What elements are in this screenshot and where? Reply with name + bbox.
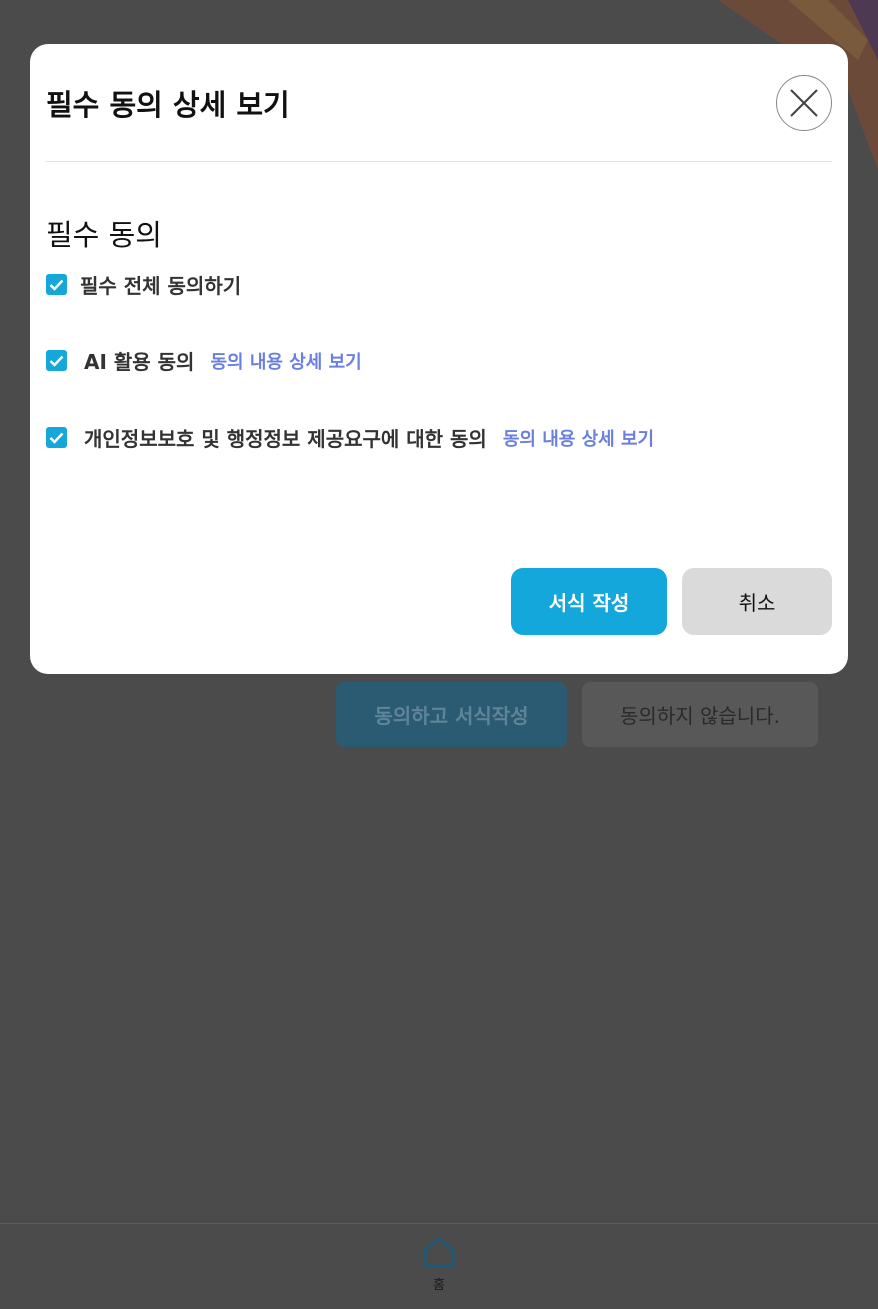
write-form-button[interactable]: 서식 작성 [511, 568, 667, 635]
check-icon [49, 432, 64, 444]
consent-row-ai: AI 활용 동의 동의 내용 상세 보기 [46, 346, 362, 375]
check-icon [49, 279, 64, 291]
checkbox-privacy[interactable] [46, 427, 67, 448]
consent-modal: 필수 동의 상세 보기 필수 동의 필수 전체 동의하기 AI 활용 동의 동의… [30, 44, 848, 674]
divider [46, 161, 832, 162]
checkbox-ai[interactable] [46, 350, 67, 371]
consent-label-ai: AI 활용 동의 [84, 350, 195, 374]
nav-item-home[interactable]: 홈 [409, 1232, 469, 1302]
modal-title: 필수 동의 상세 보기 [46, 88, 290, 122]
check-icon [49, 355, 64, 367]
nav-home-label: 홈 [433, 1278, 445, 1293]
detail-link-ai[interactable]: 동의 내용 상세 보기 [210, 348, 361, 374]
bottom-nav: 홈 [0, 1223, 878, 1309]
section-title: 필수 동의 [46, 218, 162, 252]
cancel-button[interactable]: 취소 [682, 568, 832, 635]
consent-row-all: 필수 전체 동의하기 [46, 270, 241, 299]
background-agree-button: 동의하고 서식작성 [336, 682, 567, 747]
checkbox-all[interactable] [46, 274, 67, 295]
consent-row-privacy: 개인정보보호 및 행정정보 제공요구에 대한 동의 동의 내용 상세 보기 [46, 423, 654, 452]
detail-link-privacy[interactable]: 동의 내용 상세 보기 [503, 425, 654, 451]
consent-label-all: 필수 전체 동의하기 [80, 274, 242, 298]
close-icon [790, 89, 818, 117]
close-button[interactable] [776, 75, 832, 131]
background-decline-button: 동의하지 않습니다. [582, 682, 818, 747]
home-icon [423, 1237, 455, 1268]
consent-label-privacy: 개인정보보호 및 행정정보 제공요구에 대한 동의 [84, 427, 487, 451]
